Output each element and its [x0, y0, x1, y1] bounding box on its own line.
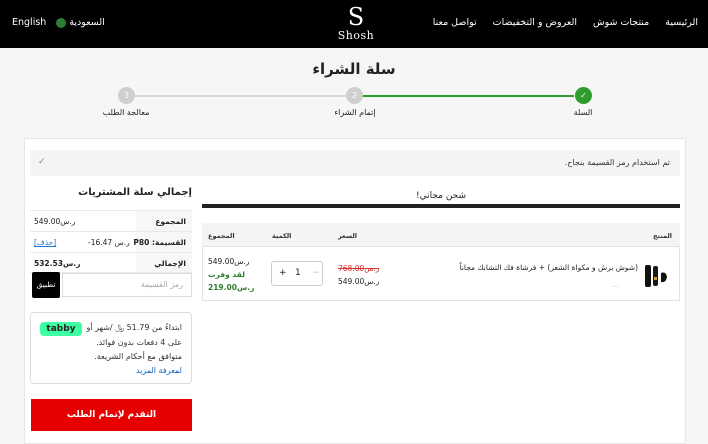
total-label: الإجمالي [154, 259, 186, 268]
tabby-learn-more-link[interactable]: لمعرفة المزيد [136, 366, 182, 375]
step-checkout-label: إتمام الشراء [334, 108, 376, 117]
step-checkout-circle: 2 [346, 87, 363, 104]
apply-coupon-button[interactable]: تطبيق [32, 272, 60, 298]
nav-offers[interactable]: العروض و التخفيضات [493, 17, 577, 28]
header-quantity: الكمية [272, 232, 292, 240]
coupon-input[interactable]: رمز القسيمة [62, 273, 192, 297]
product-name[interactable]: (شوش برش و مكواة الشعر) + فرشاة فك التشا… [430, 263, 638, 272]
header-utilities: English السعودية [12, 17, 105, 28]
step-line-left [134, 95, 346, 97]
price-original: 768.00ر.س [338, 264, 380, 273]
coupon-value: -ر.س 16.47 [88, 238, 130, 247]
nav-products[interactable]: منتجات شوش [593, 17, 649, 28]
quantity-plus-button[interactable]: + [279, 268, 287, 278]
total-value: 532.53ر.س [34, 259, 81, 268]
product-meta: — [612, 282, 619, 290]
subtotal-row: المجموع 549.00ر.س [30, 210, 192, 231]
step-line-right [362, 95, 574, 97]
nav-contact[interactable]: تواصل معنا [433, 17, 477, 28]
site-header: English السعودية S Shosh الرئيسية منتجات… [0, 0, 708, 48]
tabby-logo: tabby [40, 322, 82, 336]
country-selector[interactable]: السعودية [56, 17, 105, 28]
line-total: 549.00ر.س [208, 257, 250, 266]
step-processing-circle: 3 [118, 87, 135, 104]
page-title: سلة الشراء [312, 60, 396, 78]
step-processing-label: معالجة الطلب [102, 108, 150, 117]
logo-glyph: S [347, 3, 365, 31]
header-price: السعر [338, 232, 357, 240]
quantity-stepper[interactable]: + 1 − [271, 261, 323, 286]
country-label: السعودية [69, 17, 105, 28]
header-total: المجموع [208, 232, 235, 240]
tabby-line-3: متوافق مع أحكام الشريعة. [94, 352, 182, 361]
header-product: المنتج [653, 232, 673, 240]
saved-value: 219.00ر.س [208, 283, 255, 292]
saved-label: لقد وفرت [208, 270, 245, 279]
coupon-notice: تم استخدام رمز القسيمة بنجاح. [30, 150, 680, 176]
logo-text: Shosh [337, 29, 375, 42]
language-switch[interactable]: English [12, 17, 46, 28]
check-icon: ✓ [38, 157, 46, 167]
total-row: الإجمالي 532.53ر.س [30, 252, 192, 273]
subtotal-label: المجموع [155, 217, 186, 226]
flag-icon [56, 17, 67, 28]
tabby-line-1: ابتداءً من 51.79 ﷼ /شهر أو [86, 323, 183, 332]
step-cart-label: السلة [573, 108, 593, 117]
summary-title: إجمالي سلة المشتريات [78, 187, 192, 198]
price-current: 549.00ر.س [338, 277, 380, 286]
free-shipping-label: شحن مجاني! [415, 191, 467, 201]
proceed-checkout-button[interactable]: التقدم لإتمام الطلب [31, 399, 192, 431]
main-nav: الرئيسية منتجات شوش العروض و التخفيضات ت… [433, 17, 698, 28]
quantity-value: 1 [295, 268, 301, 278]
quantity-minus-button[interactable]: − [312, 268, 320, 278]
nav-home[interactable]: الرئيسية [665, 17, 698, 28]
coupon-row: القسيمة: P80 -ر.س 16.47 [حذف] [30, 231, 192, 252]
free-shipping-progress-bar [202, 204, 680, 208]
tabby-line-2: على 4 دفعات بدون فوائد. [96, 338, 182, 347]
product-image[interactable] [642, 263, 670, 289]
coupon-remove-link[interactable]: [حذف] [34, 238, 56, 247]
step-cart-circle: ✓ [575, 87, 592, 104]
subtotal-value: 549.00ر.س [34, 217, 76, 226]
shosh-logo[interactable]: S Shosh [334, 4, 378, 46]
coupon-label: القسيمة: P80 [133, 238, 186, 247]
